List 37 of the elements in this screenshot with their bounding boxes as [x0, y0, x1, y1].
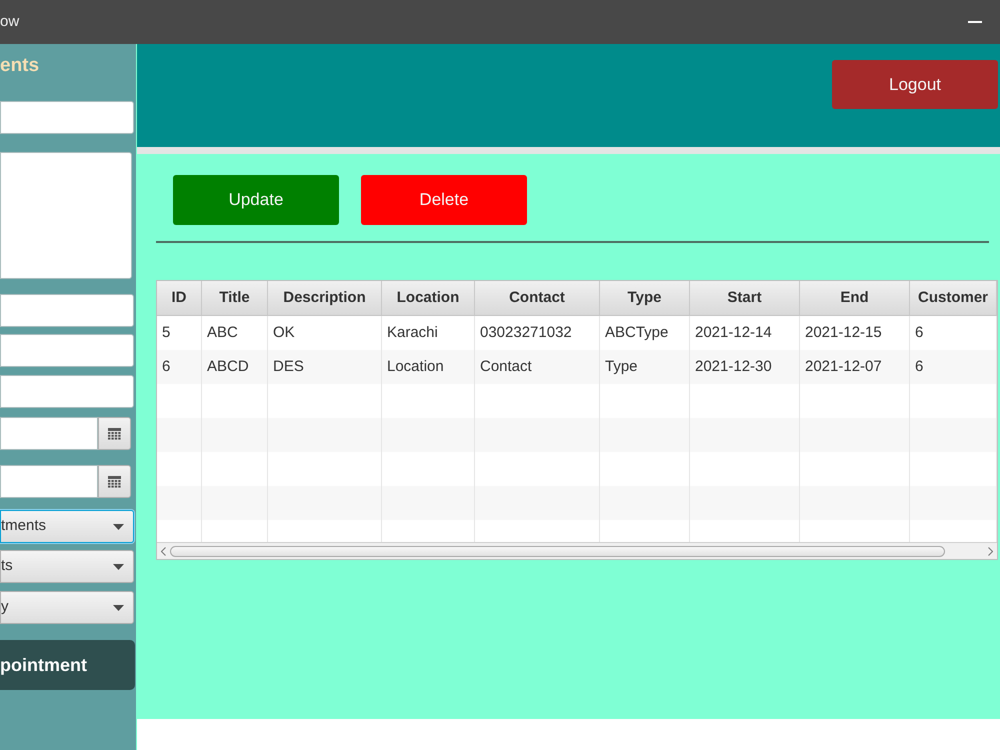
column-header[interactable]: Location	[382, 281, 475, 315]
column-header[interactable]: Description	[268, 281, 382, 315]
text-field[interactable]	[0, 375, 134, 408]
combo-box[interactable]: y	[0, 591, 134, 624]
scrollbar-thumb[interactable]	[170, 546, 945, 556]
caret-icon	[113, 524, 124, 530]
column-header[interactable]: Title	[202, 281, 268, 315]
text-field[interactable]	[0, 334, 134, 367]
column-header[interactable]: ID	[157, 281, 202, 315]
logout-button[interactable]: Logout	[832, 60, 998, 109]
column-header[interactable]: Type	[600, 281, 690, 315]
text-field[interactable]	[0, 101, 134, 134]
appointment-button[interactable]: pointment	[0, 640, 135, 690]
text-area[interactable]	[0, 152, 132, 279]
action-button[interactable]: Delete	[361, 175, 527, 225]
minimize-icon[interactable]	[968, 21, 982, 23]
calendar-button[interactable]	[98, 465, 131, 498]
date-field[interactable]	[0, 465, 98, 498]
calendar-button[interactable]	[98, 417, 131, 450]
column-header[interactable]: Start	[690, 281, 800, 315]
horizontal-scrollbar[interactable]	[157, 542, 997, 559]
caret-icon	[113, 564, 124, 570]
scroll-left-icon[interactable]	[161, 546, 166, 556]
caret-icon	[113, 604, 124, 610]
column-header[interactable]: Customer	[910, 281, 997, 315]
combo-box[interactable]: tments	[0, 510, 134, 543]
date-field[interactable]	[0, 417, 98, 450]
column-header[interactable]: End	[800, 281, 910, 315]
text-field[interactable]	[0, 294, 134, 327]
calendar-icon	[108, 428, 121, 440]
action-button[interactable]: Update	[173, 175, 339, 225]
combo-box[interactable]: ts	[0, 550, 134, 583]
sidebar-title: ents	[0, 54, 40, 78]
window-title: ow	[0, 12, 20, 32]
calendar-icon	[108, 476, 121, 488]
column-header[interactable]: Contact	[475, 281, 600, 315]
scroll-right-icon[interactable]	[988, 546, 993, 556]
